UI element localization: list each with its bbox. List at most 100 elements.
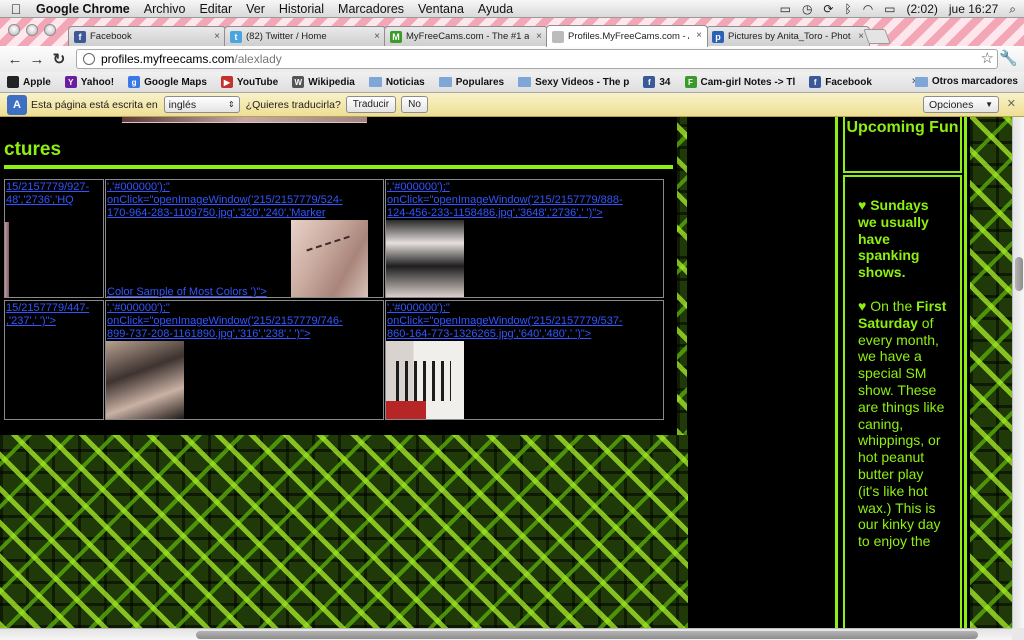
facebook-icon: f [809, 76, 822, 88]
bookmarks-bar: Apple Y Yahoo! g Google Maps ▶ YouTube W Wikiped… [0, 72, 1024, 93]
url-host: profiles.myfreecams.com [101, 52, 235, 66]
resize-grip[interactable] [1012, 628, 1024, 640]
tab-facebook[interactable]: f Facebook × [68, 26, 226, 46]
battery-icon[interactable]: ▭ [884, 2, 895, 16]
bookmark-item[interactable]: g Google Maps [121, 76, 214, 88]
vertical-scroll-thumb[interactable] [1015, 257, 1023, 291]
menubar-clock[interactable]: jue 16:27 [949, 2, 998, 16]
language-value: inglés [168, 98, 197, 111]
image-link[interactable]: ','#000000');" onClick="openImageWindow(… [387, 302, 623, 341]
horizontal-scroll-thumb[interactable] [196, 631, 978, 639]
window-controls [8, 24, 56, 36]
menubar-status-area: ▭ ◷ ⟳ ᛒ ◠ ▭ (2:02) jue 16:27 ⌕ [780, 0, 1016, 18]
close-window-button[interactable] [8, 24, 20, 36]
zoom-window-button[interactable] [44, 24, 56, 36]
photo-thumbnail[interactable] [386, 220, 464, 297]
tab-twitter[interactable]: t (82) Twitter / Home × [224, 26, 386, 46]
menu-marcadores[interactable]: Marcadores [331, 2, 411, 16]
sync-icon[interactable]: ⟳ [823, 2, 833, 16]
menu-editar[interactable]: Editar [192, 2, 239, 16]
folder-icon [438, 77, 452, 87]
image-link[interactable]: ','#000000');" onClick="openImageWindow(… [387, 181, 623, 220]
bookmark-item[interactable]: f Facebook [802, 76, 879, 88]
tab-page[interactable]: Profiles.MyFreeCams.com - A × [546, 25, 708, 47]
bookmark-item[interactable]: Noticias [362, 77, 432, 88]
tab-label: MyFreeCams.com - The #1 a [406, 31, 529, 42]
upcoming-heading-box: Upcoming Fun [843, 117, 962, 173]
notes-icon: F [684, 76, 697, 88]
bookmark-label: Cam-girl Notes -> Tl [700, 76, 796, 88]
time-machine-icon[interactable]: ◷ [802, 2, 812, 16]
folder-icon [914, 76, 928, 87]
bookmark-item[interactable]: ▶ YouTube [214, 76, 285, 88]
bookmark-item[interactable]: F Cam-girl Notes -> Tl [678, 76, 803, 88]
no-translate-button[interactable]: No [401, 96, 428, 113]
horizontal-scrollbar[interactable] [0, 628, 1024, 640]
forward-arrow-icon[interactable]: → [26, 51, 48, 68]
menu-ventana[interactable]: Ventana [411, 2, 471, 16]
bookmark-item[interactable]: Sexy Videos - The p [511, 77, 636, 88]
menu-ver[interactable]: Ver [239, 2, 272, 16]
photo-thumbnail[interactable] [5, 222, 9, 297]
address-bar[interactable]: profiles.myfreecams.com/alexlady [76, 49, 998, 69]
menu-historial[interactable]: Historial [272, 2, 331, 16]
wrench-menu-icon[interactable]: 🔧 [999, 49, 1018, 67]
translate-button[interactable]: Traducir [345, 96, 397, 113]
menu-archivo[interactable]: Archivo [137, 2, 193, 16]
profile-photo-edge [122, 117, 367, 123]
close-tab-icon[interactable]: × [536, 31, 542, 42]
options-select[interactable]: Opciones ▼ [923, 96, 999, 113]
tab-photobucket[interactable]: p Pictures by Anita_Toro - Phot × [706, 26, 870, 46]
minimize-window-button[interactable] [26, 24, 38, 36]
folder-icon [368, 77, 382, 87]
other-bookmarks[interactable]: Otros marcadores [914, 76, 1018, 87]
close-tab-icon[interactable]: × [214, 31, 220, 42]
back-arrow-icon[interactable]: ← [4, 51, 26, 68]
bookmark-item[interactable]: Populares [432, 77, 511, 88]
upcoming-heading: Upcoming Fun [846, 119, 959, 136]
twitter-icon: t [230, 30, 242, 43]
browser-toolbar: ← → ↻ profiles.myfreecams.com/alexlady ☆… [0, 46, 1024, 72]
tab-label: Facebook [90, 31, 132, 42]
photo-thumbnail[interactable] [106, 341, 184, 419]
yahoo-icon: Y [64, 76, 77, 88]
bookmark-star-icon[interactable]: ☆ [981, 49, 994, 67]
apple-menu-icon[interactable]:  [0, 1, 32, 17]
bookmark-item[interactable]: f 34 [636, 76, 677, 88]
spotlight-icon[interactable]: ⌕ [1009, 2, 1016, 17]
close-tab-icon[interactable]: × [374, 31, 380, 42]
vertical-scrollbar[interactable] [1012, 117, 1024, 628]
image-link[interactable]: ','#000000');" onClick="openImageWindow(… [107, 302, 343, 341]
bluetooth-icon[interactable]: ᛒ [844, 2, 851, 16]
close-icon[interactable]: ✕ [1007, 97, 1016, 110]
image-link[interactable]: 15/2157779/447- ,'237',' ')"> [6, 302, 89, 328]
image-link[interactable]: 15/2157779/927- 48','2736','HQ [6, 181, 89, 207]
picture-cell: ','#000000');" onClick="openImageWindow(… [385, 179, 664, 298]
close-tab-icon[interactable]: × [696, 30, 702, 41]
tab-strip: f Facebook × t (82) Twitter / Home × M MyFreeCa… [0, 18, 1024, 47]
picture-cell: ','#000000');" onClick="openImageWindow(… [105, 300, 384, 420]
image-link[interactable]: ','#000000');" onClick="openImageWindow(… [107, 181, 343, 220]
bookmark-item[interactable]: Apple [0, 76, 58, 88]
section-divider [4, 165, 673, 169]
myfreecams-icon: M [390, 30, 402, 43]
pictures-heading: ctures [4, 139, 62, 160]
bookmark-item[interactable]: Y Yahoo! [58, 76, 121, 88]
menu-ayuda[interactable]: Ayuda [471, 2, 520, 16]
bookmark-item[interactable]: W Wikipedia [285, 76, 362, 88]
new-tab-button[interactable] [863, 29, 891, 44]
language-select[interactable]: inglés ⇕ [163, 96, 240, 113]
photo-thumbnail[interactable] [291, 220, 368, 297]
bookmark-label: Populares [455, 76, 505, 88]
photo-thumbnail[interactable] [386, 341, 464, 419]
sunday-note: ♥ Sundays we usually have spanking shows… [858, 197, 948, 281]
reload-icon[interactable]: ↻ [48, 50, 70, 68]
tab-myfreecams[interactable]: M MyFreeCams.com - The #1 a × [384, 26, 548, 46]
bookmark-label: Wikipedia [308, 76, 355, 88]
menu-app-name[interactable]: Google Chrome [32, 2, 137, 16]
display-icon[interactable]: ▭ [780, 2, 791, 16]
url-path: /alexlady [234, 52, 282, 66]
close-tab-icon[interactable]: × [858, 31, 864, 42]
image-link-caption[interactable]: Color Sample of Most Colors ')"> [107, 286, 267, 297]
wifi-icon[interactable]: ◠ [863, 2, 873, 16]
